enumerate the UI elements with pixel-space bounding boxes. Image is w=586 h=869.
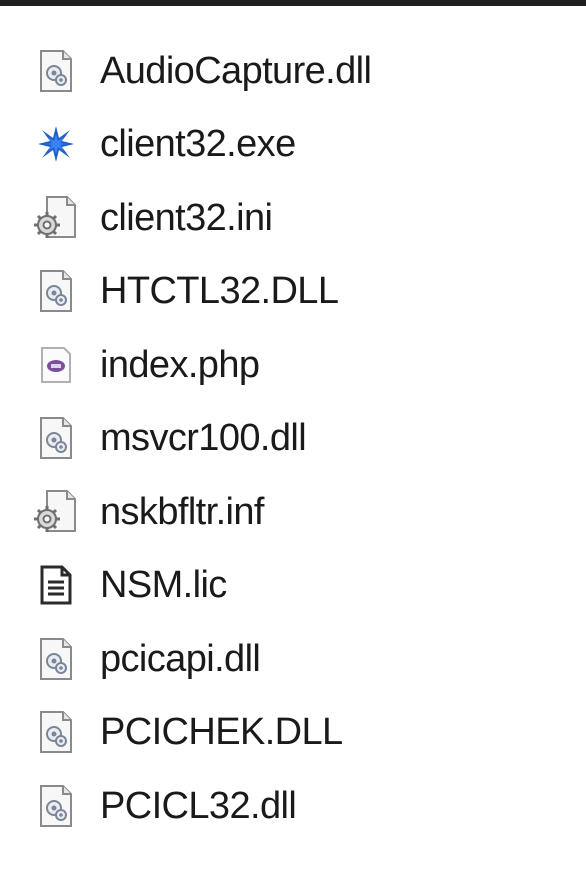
file-name: PCICL32.dll	[100, 784, 297, 827]
file-row[interactable]: msvcr100.dll	[0, 402, 586, 476]
file-row[interactable]: client32.exe	[0, 108, 586, 182]
file-name: index.php	[100, 343, 260, 386]
file-row[interactable]: pcicapi.dll	[0, 622, 586, 696]
file-name: PCICHEK.DLL	[100, 711, 343, 754]
dll-file-icon	[28, 410, 84, 466]
file-row[interactable]: AudioCapture.dll	[0, 34, 586, 108]
dll-file-icon	[28, 43, 84, 99]
exe-app-icon	[28, 116, 84, 172]
file-row[interactable]: index.php	[0, 328, 586, 402]
file-row[interactable]: client32.ini	[0, 181, 586, 255]
text-document-icon	[28, 557, 84, 613]
window-top-border	[0, 0, 586, 6]
file-row[interactable]: PCICHEK.DLL	[0, 696, 586, 770]
file-name: msvcr100.dll	[100, 417, 307, 460]
dll-file-icon	[28, 778, 84, 834]
file-row[interactable]: NSM.lic	[0, 549, 586, 623]
file-name: NSM.lic	[100, 564, 227, 607]
file-name: client32.exe	[100, 123, 296, 166]
file-list: AudioCapture.dll client32.exe client32.i…	[0, 34, 586, 843]
file-name: AudioCapture.dll	[100, 49, 372, 92]
settings-file-icon	[28, 190, 84, 246]
file-name: client32.ini	[100, 196, 273, 239]
file-row[interactable]: PCICL32.dll	[0, 769, 586, 843]
dll-file-icon	[28, 263, 84, 319]
dll-file-icon	[28, 631, 84, 687]
file-name: HTCTL32.DLL	[100, 270, 339, 313]
php-file-icon	[28, 337, 84, 393]
file-name: pcicapi.dll	[100, 637, 261, 680]
file-name: nskbfltr.inf	[100, 490, 264, 533]
dll-file-icon	[28, 704, 84, 760]
settings-file-icon	[28, 484, 84, 540]
file-row[interactable]: HTCTL32.DLL	[0, 255, 586, 329]
file-row[interactable]: nskbfltr.inf	[0, 475, 586, 549]
